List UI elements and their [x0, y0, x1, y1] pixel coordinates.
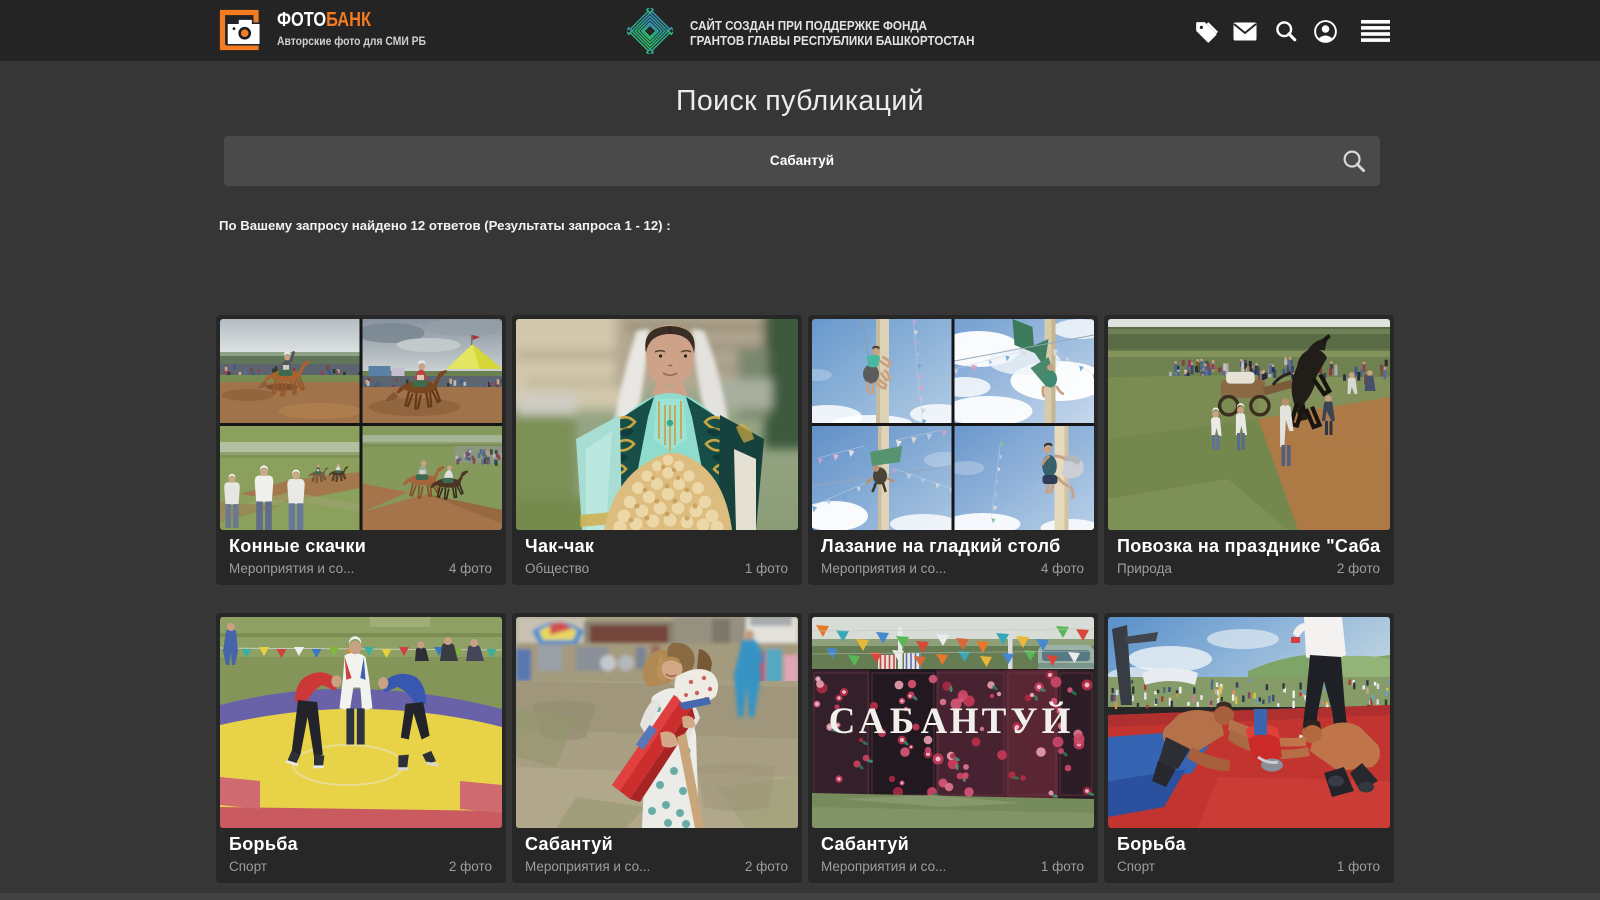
- svg-text:А: А: [921, 701, 948, 742]
- svg-text:С: С: [829, 701, 856, 742]
- svg-text:Б: Б: [890, 701, 914, 742]
- svg-text:Й: Й: [1042, 700, 1071, 742]
- svg-text:Н: Н: [950, 701, 979, 742]
- svg-text:А: А: [859, 701, 886, 742]
- svg-text:У: У: [1010, 701, 1037, 742]
- svg-text:Т: Т: [982, 701, 1007, 742]
